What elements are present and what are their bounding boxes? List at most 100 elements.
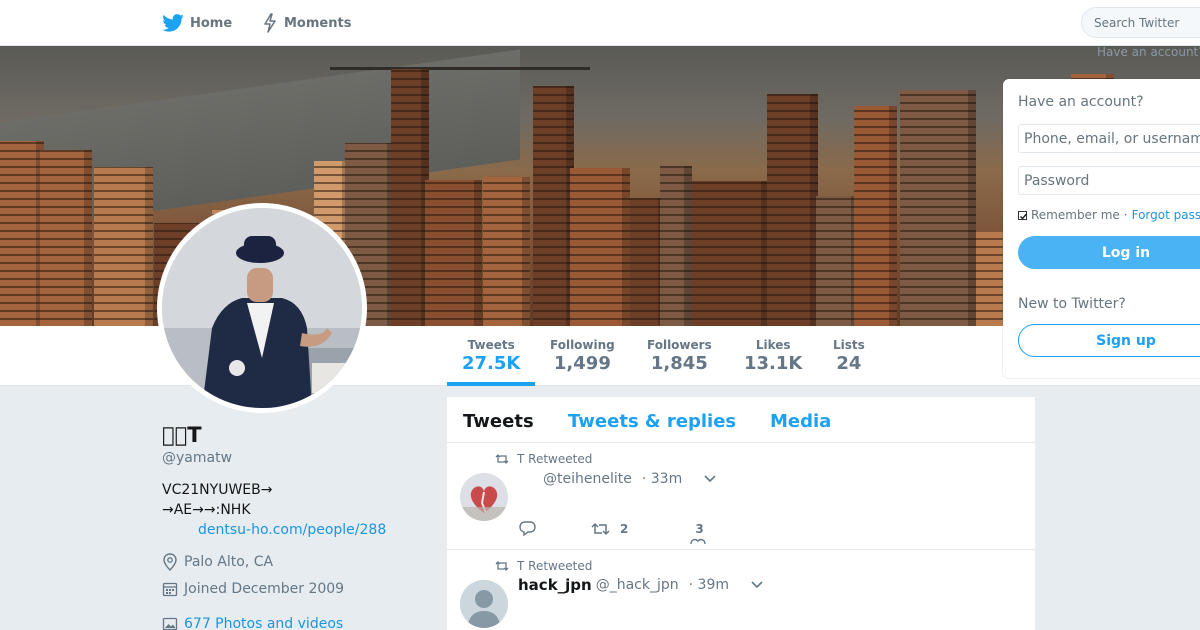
stat-label: Followers [647, 338, 712, 352]
stat-value: 27.5K [462, 353, 521, 374]
retweet-icon[interactable] [591, 522, 610, 536]
retweet-icon [495, 454, 509, 464]
have-account-hint: Have an account? [1097, 45, 1200, 59]
lightning-icon [264, 13, 276, 33]
stat-value: 24 [836, 353, 862, 374]
tweet-author-handle[interactable]: @teihenelite [543, 471, 632, 487]
login-button-label: Log in [1101, 244, 1151, 261]
tweet-actions: 2 3 [519, 521, 710, 544]
tweet-author-handle[interactable]: @_hack_jpn [596, 577, 679, 593]
nav-home[interactable]: Home [162, 0, 232, 46]
profile-link[interactable]: dentsu-ho.com/people/288 [198, 522, 386, 538]
nav-moments[interactable]: Moments [262, 0, 351, 46]
top-nav: Home Moments Search Twitter [0, 0, 1200, 46]
nav-moments-label: Moments [284, 15, 352, 31]
tweet-header: hack_jpn @_hack_jpn · 39m [518, 576, 763, 594]
remember-me-checkbox[interactable] [1018, 210, 1028, 220]
banner-building [660, 166, 692, 326]
stat-label: Following [550, 338, 615, 352]
banner-building [0, 141, 44, 326]
login-heading: Have an account? [1018, 94, 1144, 110]
banner-building [570, 168, 630, 326]
username-field[interactable]: Phone, email, or username [1018, 124, 1200, 153]
heart-icon [690, 538, 707, 544]
tweet-avatar[interactable] [460, 473, 508, 521]
chevron-down-icon[interactable] [751, 581, 763, 589]
banner-building [483, 177, 530, 326]
banner-building [854, 106, 897, 326]
timeline-tabs: Tweets Tweets & replies Media [447, 397, 1035, 443]
stat-value: 1,499 [553, 353, 611, 374]
banner-building [900, 90, 976, 326]
banner-building [816, 196, 859, 326]
stat-likes[interactable]: Likes 13.1K [744, 338, 802, 374]
calendar-icon [162, 582, 178, 597]
tweet[interactable]: T Retweeted @teihenelite · 33m 2 3 [447, 443, 1035, 550]
remember-me-label: Remember me [1031, 208, 1120, 222]
profile-photos-videos[interactable]: 677 Photos and videos [162, 616, 343, 630]
profile-avatar[interactable] [157, 203, 367, 413]
check-icon [1020, 213, 1028, 220]
forgot-password-link[interactable]: Forgot password? [1132, 208, 1200, 222]
reply-icon[interactable] [519, 521, 536, 536]
timeline: Tweets Tweets & replies Media T Retweete… [447, 397, 1035, 630]
location-pin-icon [163, 553, 177, 571]
stat-label: Tweets [467, 338, 515, 352]
banner-building [533, 86, 574, 326]
login-card: Have an account? Phone, email, or userna… [1003, 79, 1200, 378]
tweet-avatar[interactable] [460, 580, 508, 628]
username-placeholder: Phone, email, or username [1024, 130, 1200, 147]
retweet-count: 2 [620, 521, 629, 536]
stat-value: 1,845 [650, 353, 708, 374]
banner-building [391, 69, 429, 326]
tweet[interactable]: T Retweeted hack_jpn @_hack_jpn · 39m [447, 550, 1035, 630]
retweet-icon [495, 561, 509, 571]
retweet-context: T Retweeted [495, 452, 592, 466]
remember-me-row: Remember me · Forgot password? [1018, 208, 1200, 222]
profile-joined: Joined December 2009 [162, 581, 344, 597]
retweet-context: T Retweeted [495, 559, 592, 573]
login-button[interactable]: Log in [1018, 236, 1200, 269]
tab-tweets[interactable]: Tweets [463, 411, 534, 432]
nav-home-label: Home [190, 15, 233, 31]
retweet-context-text: T Retweeted [517, 559, 593, 573]
tab-tweets-replies[interactable]: Tweets & replies [568, 411, 736, 432]
password-field[interactable]: Password [1018, 166, 1200, 195]
tweet-time[interactable]: · 33m [642, 471, 682, 487]
profile-handle: @yamatw [162, 450, 233, 466]
joined-text: Joined December 2009 [184, 581, 345, 597]
default-avatar-icon [460, 580, 508, 628]
chevron-down-icon[interactable] [704, 475, 716, 483]
active-stat-indicator [447, 382, 535, 386]
profile-location: Palo Alto, CA [162, 553, 273, 571]
stat-following[interactable]: Following 1,499 [550, 338, 615, 374]
tweet-author-name[interactable]: hack_jpn [518, 576, 592, 594]
tab-media[interactable]: Media [770, 411, 831, 432]
banner-bridge [330, 54, 590, 70]
profile-bio-line: VC21NYUWEB→ [162, 482, 273, 498]
photos-videos-link: 677 Photos and videos [184, 616, 344, 630]
stat-value: 13.1K [744, 353, 803, 374]
profile-bio-line: →AE→→:NHK [162, 502, 251, 518]
avatar-photo [162, 208, 362, 408]
tweet-time[interactable]: · 39m [689, 577, 729, 593]
heart-photo-avatar [460, 473, 508, 521]
tweet-header: @teihenelite · 33m [539, 471, 716, 487]
banner-building [94, 167, 153, 326]
stat-lists[interactable]: Lists 24 [833, 338, 865, 374]
stat-tweets[interactable]: Tweets 27.5K [462, 338, 520, 374]
new-to-twitter-heading: New to Twitter? [1018, 296, 1126, 312]
like-action[interactable]: 3 [690, 522, 710, 544]
profile-name:   T [162, 423, 202, 447]
retweet-context-text: T Retweeted [517, 452, 593, 466]
signup-button-label: Sign up [1096, 332, 1156, 349]
search-input[interactable]: Search Twitter [1081, 7, 1200, 38]
password-placeholder: Password [1024, 172, 1090, 189]
stat-label: Likes [755, 338, 791, 352]
image-icon [162, 617, 178, 630]
separator: · [1123, 208, 1128, 222]
banner-building [425, 180, 482, 326]
banner-building [40, 150, 92, 326]
stat-followers[interactable]: Followers 1,845 [647, 338, 712, 374]
signup-button[interactable]: Sign up [1018, 324, 1200, 357]
